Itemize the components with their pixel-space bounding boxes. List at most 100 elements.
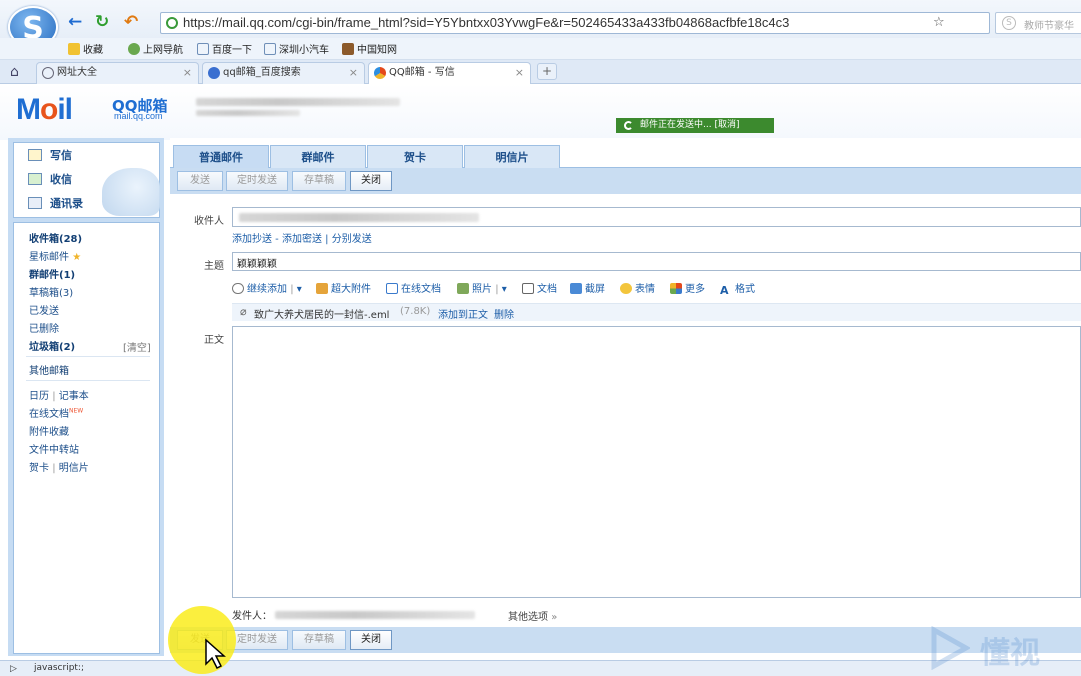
home-icon[interactable]: ⌂ xyxy=(10,64,19,80)
address-bar[interactable]: https://mail.qq.com/cgi-bin/frame_html?s… xyxy=(160,12,990,34)
more-button[interactable]: 更多 xyxy=(670,283,705,297)
save-draft-button-bottom[interactable]: 存草稿 xyxy=(292,630,346,650)
folder-sent[interactable]: 已发送 xyxy=(29,302,59,317)
paperclip-icon xyxy=(232,283,244,294)
mascot-decoration xyxy=(102,168,160,216)
recipient-options-links[interactable]: 添加抄送 - 添加密送 | 分别发送 xyxy=(232,230,372,245)
globe-icon xyxy=(42,67,54,79)
compose-link[interactable]: 写信 xyxy=(28,147,72,163)
close-button[interactable]: 关闭 xyxy=(350,171,392,191)
tab-group-mail[interactable]: 群邮件 xyxy=(270,145,366,169)
postcard-link[interactable]: 明信片 xyxy=(59,463,89,474)
sidebar-toggle-icon[interactable]: ▷ xyxy=(10,664,17,674)
send-button[interactable]: 发送 xyxy=(177,171,223,191)
sender-label: 发件人： xyxy=(232,611,272,622)
calendar-link[interactable]: 日历 xyxy=(29,391,49,402)
play-logo-icon xyxy=(931,626,970,670)
star-icon: ★ xyxy=(72,252,82,263)
document-button[interactable]: 文档 xyxy=(522,283,557,297)
page-icon xyxy=(264,43,276,55)
baidu-paw-icon xyxy=(208,67,220,79)
large-attachment-button[interactable]: 超大附件 xyxy=(316,283,371,297)
folder-inbox[interactable]: 收件箱(28) xyxy=(29,230,82,245)
back-button[interactable]: ← xyxy=(68,12,82,32)
folder-group[interactable]: 群邮件(1) xyxy=(29,266,75,281)
attachment-favorites-link[interactable]: 附件收藏 xyxy=(29,423,69,438)
divider xyxy=(26,380,150,381)
star-icon[interactable]: ☆ xyxy=(933,15,945,30)
divider xyxy=(26,356,150,357)
account-email-redacted xyxy=(196,110,300,116)
photo-icon xyxy=(457,283,469,294)
large-clip-icon xyxy=(316,283,328,294)
close-icon[interactable]: × xyxy=(349,63,358,83)
schedule-send-button[interactable]: 定时发送 xyxy=(226,171,288,191)
status-text: javascript:; xyxy=(34,663,85,673)
other-options-link[interactable]: 其他选项 » xyxy=(508,608,557,623)
delete-attachment-link[interactable]: 删除 xyxy=(494,306,514,321)
attachment-name: 致广大养犬居民的一封信-.eml xyxy=(254,310,390,321)
sending-notice[interactable]: 邮件正在发送中... [取消] xyxy=(616,118,774,133)
greeting-card-link[interactable]: 贺卡 xyxy=(29,463,49,474)
add-to-body-link[interactable]: 添加到正文 xyxy=(438,306,488,321)
cards-row: 贺卡 | 明信片 xyxy=(29,463,89,474)
screenshot-button[interactable]: 截屏 xyxy=(570,283,605,297)
online-doc-button[interactable]: 在线文档 xyxy=(386,283,441,297)
tab-postcard[interactable]: 明信片 xyxy=(464,145,560,169)
tab-baidu-search[interactable]: qq邮箱_百度搜索 × xyxy=(202,62,365,84)
folder-deleted[interactable]: 已删除 xyxy=(29,320,59,335)
url-text: https://mail.qq.com/cgi-bin/frame_html?s… xyxy=(183,15,790,30)
close-icon[interactable]: × xyxy=(515,63,524,83)
mail-logo[interactable]: Moil xyxy=(16,93,73,127)
new-tab-button[interactable]: + xyxy=(537,63,557,80)
attachment-size: (7.8K) xyxy=(400,306,431,317)
bookmark-cnki[interactable]: 中国知网 xyxy=(342,41,397,56)
tab-nav-directory[interactable]: 网址大全 × xyxy=(36,62,199,84)
inbox-download-icon xyxy=(28,173,42,185)
subject-input[interactable]: 颖颖颖颖 xyxy=(232,252,1081,271)
recipient-label: 收件人 xyxy=(194,216,224,227)
bookmark-car[interactable]: 深圳小汽车 xyxy=(264,41,329,56)
undo-close-button[interactable]: ↶ xyxy=(124,12,138,32)
folder-starred[interactable]: 星标邮件 ★ xyxy=(29,248,81,263)
save-draft-button[interactable]: 存草稿 xyxy=(292,171,346,191)
photo-button[interactable]: 照片 | ▾ xyxy=(457,283,507,297)
close-icon[interactable]: × xyxy=(183,63,192,83)
online-docs-link[interactable]: 在线文档NEW xyxy=(29,405,83,420)
other-mailbox-link[interactable]: 其他邮箱 xyxy=(29,362,69,377)
bookmark-baidu[interactable]: 百度一下 xyxy=(197,41,252,56)
continue-add-button[interactable]: 继续添加 | ▾ xyxy=(232,283,302,297)
close-button-bottom[interactable]: 关闭 xyxy=(350,630,392,650)
receive-link[interactable]: 收信 xyxy=(28,171,72,187)
pencil-icon xyxy=(28,149,42,161)
body-editor[interactable] xyxy=(232,326,1081,598)
tab-greeting-card[interactable]: 贺卡 xyxy=(367,145,463,169)
sender-row: 发件人： xyxy=(232,607,476,622)
browser-search-box[interactable]: S 教师节豪华 xyxy=(995,12,1081,34)
file-transfer-link[interactable]: 文件中转站 xyxy=(29,441,79,456)
folder-drafts[interactable]: 草稿箱(3) xyxy=(29,284,73,299)
clear-spam-link[interactable]: [清空] xyxy=(123,339,151,354)
sender-redacted xyxy=(275,611,476,619)
body-label: 正文 xyxy=(204,335,224,346)
refresh-button[interactable]: ↻ xyxy=(95,12,109,32)
secure-lock-icon xyxy=(166,17,178,29)
search-engine-icon: S xyxy=(1002,16,1016,30)
folder-spam[interactable]: 垃圾箱(2) xyxy=(29,338,75,353)
cnki-icon xyxy=(342,43,354,55)
tab-qq-mail-compose[interactable]: QQ邮箱 - 写信 × xyxy=(368,62,531,85)
account-name-redacted xyxy=(196,98,400,106)
tab-normal-mail[interactable]: 普通邮件 xyxy=(173,145,269,169)
page-icon xyxy=(197,43,209,55)
format-button[interactable]: A 格式 xyxy=(720,283,755,297)
watermark: 懂视 xyxy=(930,624,1081,676)
bookmark-favorites[interactable]: 收藏 xyxy=(68,41,103,56)
notebook-link[interactable]: 记事本 xyxy=(59,391,89,402)
bookmark-navigation[interactable]: 上网导航 xyxy=(128,41,183,56)
format-a-icon: A xyxy=(720,284,729,297)
contacts-link[interactable]: 通讯录 xyxy=(28,195,83,211)
emoji-button[interactable]: 表情 xyxy=(620,283,655,297)
recipient-field[interactable] xyxy=(232,207,1081,227)
browser-status-bar: ▷ javascript:; xyxy=(0,660,1081,676)
recipient-redacted xyxy=(239,213,479,222)
